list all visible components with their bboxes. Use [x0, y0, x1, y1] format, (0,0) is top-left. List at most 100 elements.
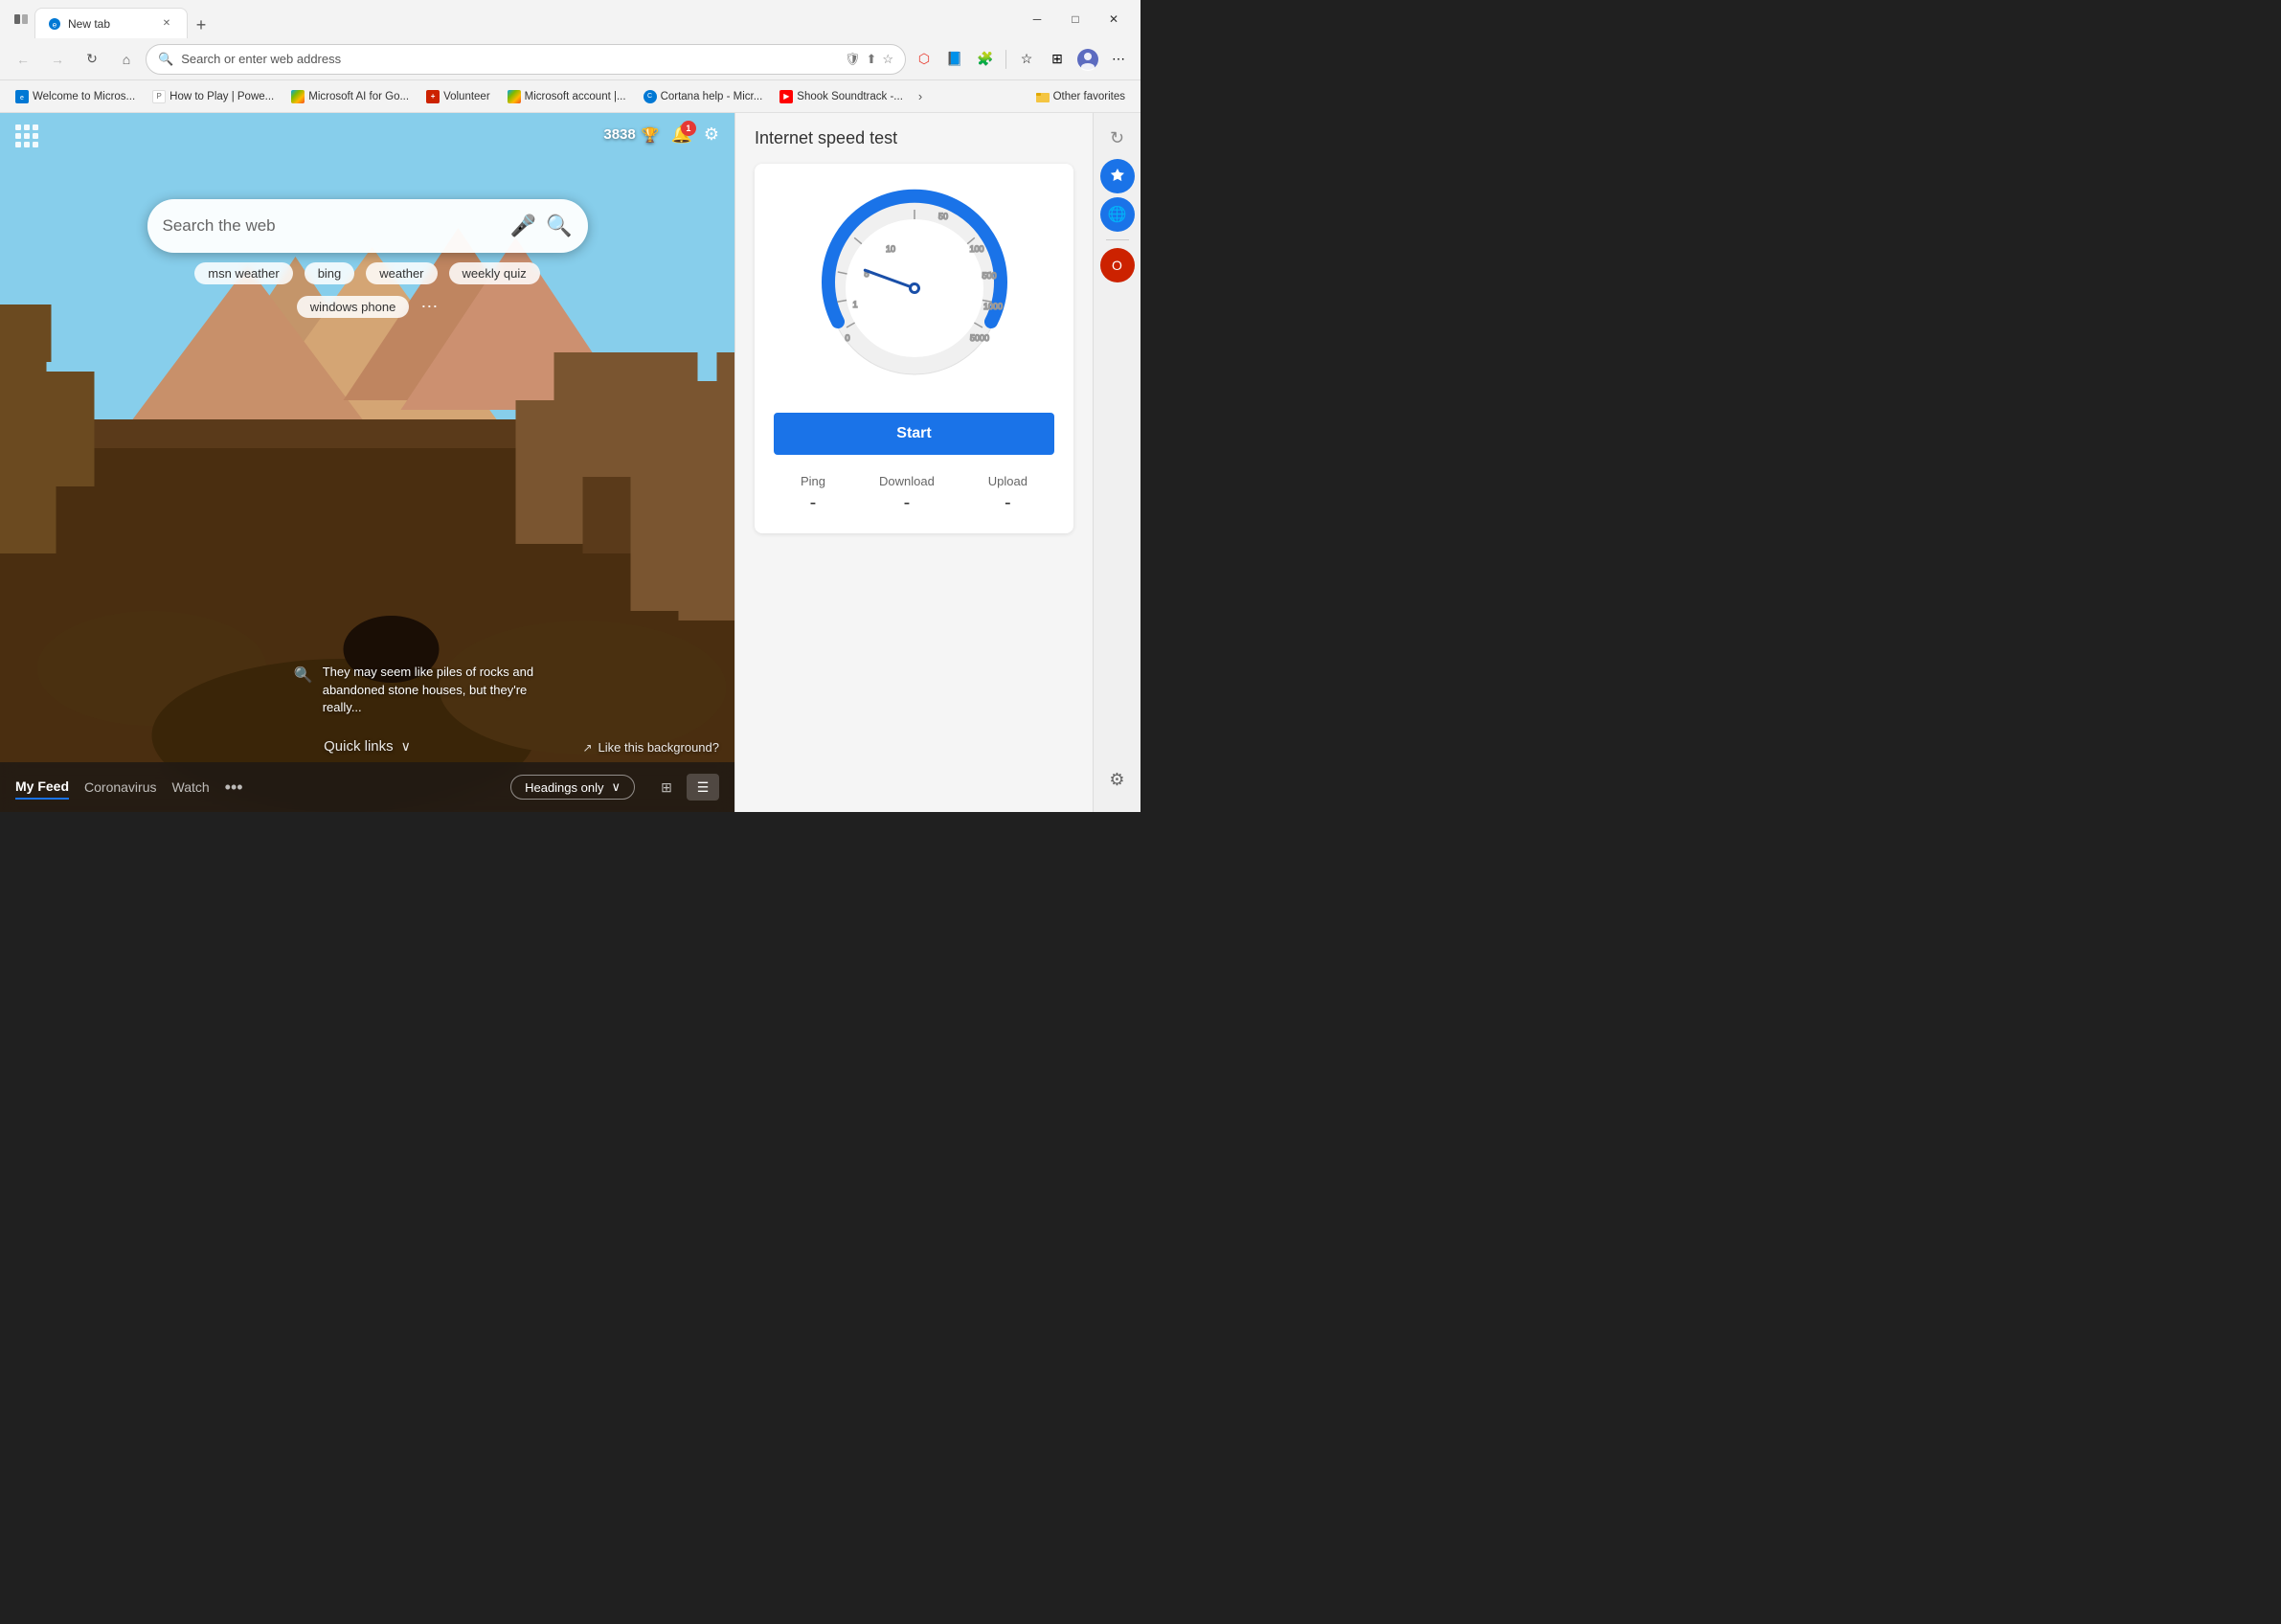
bookmarks-bar: e Welcome to Micros... P How to Play | P…: [0, 80, 1140, 113]
bookmark-item[interactable]: C Cortana help - Micr...: [636, 84, 771, 109]
favorites-icon[interactable]: ☆: [882, 52, 893, 67]
svg-text:50: 50: [937, 212, 947, 221]
speedometer-svg: 0 1 5 10 50: [809, 183, 1020, 394]
search-container: 🎤 🔍 msn weather bing weather weekly quiz…: [147, 199, 588, 318]
microphone-icon[interactable]: 🎤: [510, 214, 536, 238]
office-button[interactable]: ⬡: [910, 45, 938, 74]
rewards-panel-button[interactable]: [1100, 159, 1135, 193]
bookmark-favicon: e: [15, 90, 29, 103]
settings-more-button[interactable]: ⋯: [1104, 45, 1133, 74]
svg-text:500: 500: [982, 271, 996, 281]
search-input[interactable]: [163, 216, 501, 236]
headings-only-label: Headings only: [525, 780, 603, 795]
far-right-reload-button[interactable]: ↻: [1100, 121, 1135, 155]
speed-test-panel: Internet speed test 0: [735, 113, 1093, 549]
search-submit-button[interactable]: 🔍: [546, 214, 572, 238]
newtab-page: 3838 🏆 🔔 1 ⚙ 🎤 🔍 m: [0, 113, 734, 812]
active-tab[interactable]: e New tab ✕: [34, 8, 188, 38]
main-area: 3838 🏆 🔔 1 ⚙ 🎤 🔍 m: [0, 113, 1140, 812]
tab-label: New tab: [68, 17, 110, 31]
quick-links-chevron-icon[interactable]: ∨: [401, 738, 411, 755]
bookmark-item[interactable]: e Welcome to Micros...: [8, 84, 143, 109]
close-button[interactable]: ✕: [1095, 4, 1133, 34]
bookmark-item[interactable]: ▶ Shook Soundtrack -...: [772, 84, 911, 109]
forward-button[interactable]: →: [42, 44, 73, 75]
svg-text:0: 0: [845, 333, 849, 343]
info-icon: 🔍: [294, 665, 313, 685]
bookmark-label: Microsoft AI for Go...: [308, 91, 409, 102]
office-panel-button[interactable]: O: [1100, 248, 1135, 282]
notification-button[interactable]: 🔔 1: [670, 124, 691, 145]
suggestion-bing[interactable]: bing: [305, 262, 355, 284]
search-suggestions: msn weather bing weather weekly quiz win…: [147, 262, 588, 318]
bookmark-item[interactable]: + Volunteer: [418, 84, 498, 109]
search-bar: 🎤 🔍: [147, 199, 588, 253]
bookmarks-other-favorites[interactable]: Other favorites: [1028, 84, 1133, 109]
svg-text:5000: 5000: [969, 333, 988, 343]
grid-view-button[interactable]: ⊞: [650, 774, 683, 801]
svg-text:10: 10: [885, 244, 894, 254]
bookmark-favicon: [508, 90, 521, 103]
bookmark-favicon: +: [426, 90, 440, 103]
bookmark-item[interactable]: Microsoft account |...: [500, 84, 634, 109]
collections-divider: [1005, 50, 1006, 69]
page-settings-button[interactable]: ⚙: [704, 124, 719, 145]
suggestion-weekly-quiz[interactable]: weekly quiz: [449, 262, 540, 284]
maximize-button[interactable]: □: [1056, 4, 1095, 34]
bookmarks-folder-label: Other favorites: [1053, 91, 1125, 102]
suggestion-windows-phone[interactable]: windows phone: [297, 296, 410, 318]
minimize-button[interactable]: ─: [1018, 4, 1056, 34]
address-text: Search or enter web address: [181, 52, 837, 66]
suggestions-more-button[interactable]: ⋯: [420, 297, 438, 317]
home-button[interactable]: ⌂: [111, 44, 142, 75]
window-controls: ─ □ ✕: [1018, 4, 1133, 34]
apps-grid-button[interactable]: [15, 124, 38, 147]
bookmark-item[interactable]: P How to Play | Powe...: [145, 84, 282, 109]
refresh-button[interactable]: ↻: [77, 44, 107, 75]
quick-links-label[interactable]: Quick links: [324, 738, 394, 755]
bookmark-favicon: ▶: [779, 90, 793, 103]
feed-tabs-more[interactable]: •••: [225, 778, 243, 798]
extensions-button[interactable]: 🧩: [971, 45, 1000, 74]
new-tab-button[interactable]: +: [188, 11, 215, 38]
tab-close-button[interactable]: ✕: [158, 15, 175, 33]
svg-text:1000: 1000: [982, 302, 1002, 311]
back-button[interactable]: ←: [8, 44, 38, 75]
headings-only-selector[interactable]: Headings only ∨: [510, 775, 635, 800]
bookmarks-more-button[interactable]: ›: [913, 84, 928, 109]
share-icon[interactable]: ⬆: [866, 52, 876, 67]
bookmark-item[interactable]: Microsoft AI for Go...: [283, 84, 417, 109]
bookmark-label: Volunteer: [443, 91, 490, 102]
speed-test-title: Internet speed test: [755, 128, 1073, 148]
tab-coronavirus[interactable]: Coronavirus: [84, 776, 156, 799]
svg-text:e: e: [53, 20, 57, 29]
suggestion-msn-weather[interactable]: msn weather: [194, 262, 292, 284]
points-badge: 3838 🏆: [603, 126, 659, 144]
photo-info: 🔍 They may seem like piles of rocks and …: [294, 664, 553, 716]
like-background-button[interactable]: ↗ Like this background?: [582, 740, 719, 755]
far-right-settings-button[interactable]: ⚙: [1100, 762, 1135, 797]
tab-bar: e New tab ✕ +: [34, 0, 1018, 38]
list-view-button[interactable]: ☰: [687, 774, 719, 801]
favorites-tracking-icon[interactable]: 🛡: [845, 52, 861, 67]
speedometer-container: 0 1 5 10 50: [774, 183, 1054, 394]
profile-button[interactable]: [1073, 45, 1102, 74]
suggestion-weather[interactable]: weather: [366, 262, 437, 284]
tab-watch[interactable]: Watch: [172, 776, 210, 799]
start-button[interactable]: Start: [774, 413, 1054, 455]
bottom-bar: My Feed Coronavirus Watch ••• Headings o…: [0, 762, 734, 812]
onenote-button[interactable]: 📘: [940, 45, 969, 74]
favorites-star-button[interactable]: ☆: [1012, 45, 1041, 74]
tab-my-feed[interactable]: My Feed: [15, 775, 69, 800]
svg-text:100: 100: [969, 244, 983, 254]
bookmark-label: Welcome to Micros...: [33, 91, 135, 102]
download-value: -: [904, 492, 911, 514]
titlebar-left: [8, 6, 34, 33]
ping-label: Ping: [801, 474, 825, 488]
sidebar-toggle-button[interactable]: [8, 6, 34, 33]
collections-button[interactable]: ⊞: [1043, 45, 1072, 74]
like-background-text: Like this background?: [598, 740, 719, 755]
ping-stat: Ping -: [801, 474, 825, 514]
address-bar[interactable]: 🔍 Search or enter web address 🛡 ⬆ ☆: [146, 44, 906, 75]
browser-compat-button[interactable]: 🌐: [1100, 197, 1135, 232]
